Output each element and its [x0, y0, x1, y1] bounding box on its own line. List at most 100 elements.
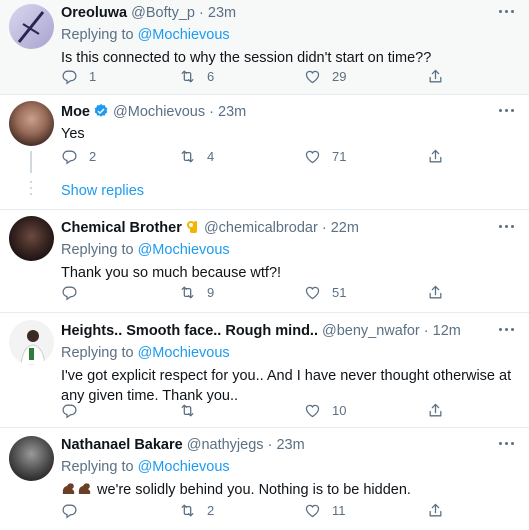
avatar[interactable] [9, 436, 54, 481]
author-name[interactable]: Chemical Brother [61, 220, 182, 236]
share-button[interactable] [427, 501, 444, 519]
timestamp[interactable]: 22m [331, 220, 359, 236]
separator-dot: · [423, 323, 429, 339]
mention-link[interactable]: @Mochievous [138, 242, 230, 258]
thread-line [30, 187, 32, 189]
author-handle[interactable]: @Mochievous [113, 104, 205, 120]
author-handle[interactable]: @chemicalbrodar [204, 220, 318, 236]
like-count: 51 [332, 284, 347, 300]
share-icon [427, 502, 444, 519]
author-handle[interactable]: @nathyjegs [187, 437, 264, 453]
more-icon[interactable] [499, 327, 515, 333]
thread-line [30, 181, 32, 183]
separator-dot: · [209, 104, 214, 120]
replying-to-label: Replying to [61, 242, 134, 258]
avatar[interactable] [9, 101, 54, 146]
replying-to: Replying to @Mochievous [61, 344, 519, 363]
tweet-text-row: we're solidly behind you. Nothing is to … [61, 480, 519, 502]
share-button[interactable] [427, 67, 444, 85]
tweet-text: Yes [61, 126, 85, 142]
like-button[interactable]: 51 [304, 283, 346, 301]
more-icon[interactable] [499, 108, 515, 114]
reply-button[interactable]: 2 [61, 147, 96, 165]
timestamp[interactable]: 23m [276, 437, 304, 453]
verified-badge-icon [94, 104, 108, 117]
retweet-icon [179, 502, 196, 519]
like-icon [304, 284, 321, 301]
reply-count: 2 [89, 148, 97, 164]
retweet-count: 4 [207, 148, 215, 164]
timestamp[interactable]: 23m [208, 5, 236, 21]
author-handle[interactable]: @Bofty_p [131, 5, 195, 21]
timestamp[interactable]: 23m [218, 104, 246, 120]
author-name[interactable]: Heights.. Smooth face.. Rough mind.. [61, 323, 318, 339]
author-name[interactable]: Moe [61, 104, 90, 120]
more-icon[interactable] [499, 224, 515, 230]
reply-icon [61, 502, 78, 519]
avatar[interactable] [9, 4, 54, 49]
reply-button[interactable] [61, 283, 89, 301]
like-icon [304, 402, 321, 419]
tweet-chemical-brother[interactable]: Chemical Brother @chemicalbrodar · 22m R… [0, 210, 529, 312]
tweet-text: we're solidly behind you. Nothing is to … [97, 482, 411, 498]
reply-button[interactable] [61, 401, 89, 419]
retweet-button[interactable]: 2 [179, 501, 214, 519]
separator-dot: · [321, 220, 327, 236]
replying-to: Replying to @Mochievous [61, 241, 519, 260]
author-name[interactable]: Oreoluwa [61, 5, 127, 21]
share-button[interactable] [427, 147, 444, 165]
separator-dot: · [199, 5, 204, 21]
author-name[interactable]: Nathanael Bakare [61, 437, 183, 453]
retweet-button[interactable]: 4 [179, 147, 214, 165]
like-icon [304, 68, 321, 85]
retweet-icon [179, 284, 196, 301]
like-count: 29 [332, 68, 347, 84]
like-count: 71 [332, 148, 347, 164]
reply-count: 1 [89, 68, 97, 84]
replying-to: Replying to @Mochievous [61, 26, 519, 45]
separator-dot: · [267, 437, 273, 453]
share-icon [427, 284, 444, 301]
avatar[interactable] [9, 320, 54, 365]
more-icon[interactable] [499, 9, 515, 15]
tweet-moe[interactable]: Moe @Mochievous · 23m Yes 2 4 71 Show re… [0, 95, 529, 209]
replying-to-label: Replying to [61, 27, 134, 43]
timestamp[interactable]: 12m [433, 323, 461, 339]
reply-icon [61, 284, 78, 301]
tweet-text: I've got explicit respect for you.. And … [61, 368, 512, 404]
like-button[interactable]: 10 [304, 401, 346, 419]
share-icon [427, 148, 444, 165]
retweet-button[interactable]: 6 [179, 67, 214, 85]
reply-button[interactable]: 1 [61, 67, 96, 85]
tweet-text: Thank you so much because wtf?! [61, 265, 282, 281]
like-button[interactable]: 29 [304, 67, 346, 85]
mention-link[interactable]: @Mochievous [138, 459, 230, 475]
mention-link[interactable]: @Mochievous [138, 345, 230, 361]
like-button[interactable]: 71 [304, 147, 346, 165]
tweet-nathanael-bakare[interactable]: Nathanael Bakare @nathyjegs · 23m Replyi… [0, 428, 529, 530]
like-button[interactable]: 11 [304, 501, 346, 519]
retweet-count: 2 [207, 502, 215, 518]
share-button[interactable] [427, 401, 444, 419]
tweet-heights[interactable]: Heights.. Smooth face.. Rough mind.. @be… [0, 313, 529, 427]
retweet-icon [179, 68, 196, 85]
replying-to-label: Replying to [61, 459, 134, 475]
replying-to-label: Replying to [61, 345, 134, 361]
mention-link[interactable]: @Mochievous [138, 27, 230, 43]
flexed-biceps-emoji [61, 481, 93, 502]
author-handle[interactable]: @beny_nwafor [322, 323, 420, 339]
retweet-button[interactable] [179, 401, 207, 419]
retweet-count: 6 [207, 68, 215, 84]
like-count: 11 [332, 502, 346, 518]
reply-button[interactable] [61, 501, 89, 519]
more-icon[interactable] [499, 441, 515, 447]
share-button[interactable] [427, 283, 444, 301]
retweet-button[interactable]: 9 [179, 283, 214, 301]
show-replies-link[interactable]: Show replies [61, 183, 144, 199]
tweet-oreoluwa[interactable]: Oreoluwa @Bofty_p · 23m Replying to @Moc… [0, 0, 529, 94]
retweet-icon [179, 402, 196, 419]
replying-to: Replying to @Mochievous [61, 458, 519, 477]
share-icon [427, 402, 444, 419]
share-icon [427, 68, 444, 85]
avatar[interactable] [9, 216, 54, 261]
